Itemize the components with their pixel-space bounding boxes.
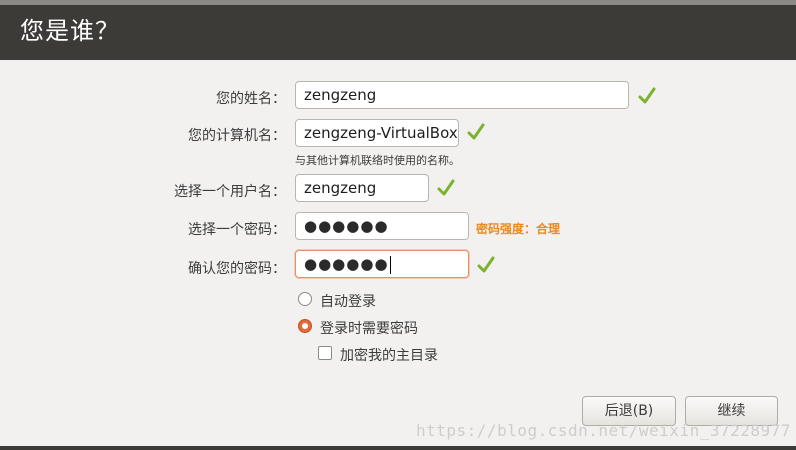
username-input[interactable]: zengzeng bbox=[295, 174, 429, 202]
name-input[interactable]: zengzeng bbox=[295, 81, 629, 109]
password-dots: ●●●●●● bbox=[304, 217, 389, 235]
confirm-password-input[interactable]: ●●●●●● bbox=[295, 250, 469, 278]
computer-name-input[interactable]: zengzeng-VirtualBox bbox=[295, 119, 459, 147]
encrypt-home-label[interactable]: 加密我的主目录 bbox=[340, 345, 438, 365]
confirm-password-label: 确认您的密码： bbox=[188, 261, 286, 277]
green-check-icon bbox=[638, 87, 656, 104]
auto-login-label[interactable]: 自动登录 bbox=[320, 291, 376, 311]
green-check-icon bbox=[477, 256, 495, 273]
page-title: 您是谁？ bbox=[20, 17, 120, 45]
password-strength-label: 密码强度：合理 bbox=[476, 222, 561, 236]
window-bottom-border bbox=[0, 446, 796, 450]
computer-name-label: 您的计算机名： bbox=[188, 128, 286, 144]
name-label: 您的姓名： bbox=[216, 91, 286, 107]
text-caret bbox=[389, 255, 391, 274]
username-label: 选择一个用户名： bbox=[174, 184, 286, 200]
encrypt-home-checkbox[interactable] bbox=[318, 346, 332, 360]
password-label: 选择一个密码： bbox=[188, 222, 286, 238]
green-check-icon bbox=[467, 123, 485, 140]
confirm-password-dots: ●●●●●● bbox=[304, 255, 389, 273]
page-header: 您是谁？ bbox=[0, 5, 796, 60]
green-check-icon bbox=[437, 179, 455, 196]
password-input[interactable]: ●●●●●● bbox=[295, 212, 469, 240]
watermark-text: https://blog.csdn.net/weixin_37228977 bbox=[416, 421, 791, 440]
auto-login-radio[interactable] bbox=[298, 292, 312, 306]
computer-name-hint: 与其他计算机联络时使用的名称。 bbox=[295, 154, 460, 167]
require-password-label[interactable]: 登录时需要密码 bbox=[320, 318, 418, 338]
require-password-radio[interactable] bbox=[298, 319, 312, 333]
